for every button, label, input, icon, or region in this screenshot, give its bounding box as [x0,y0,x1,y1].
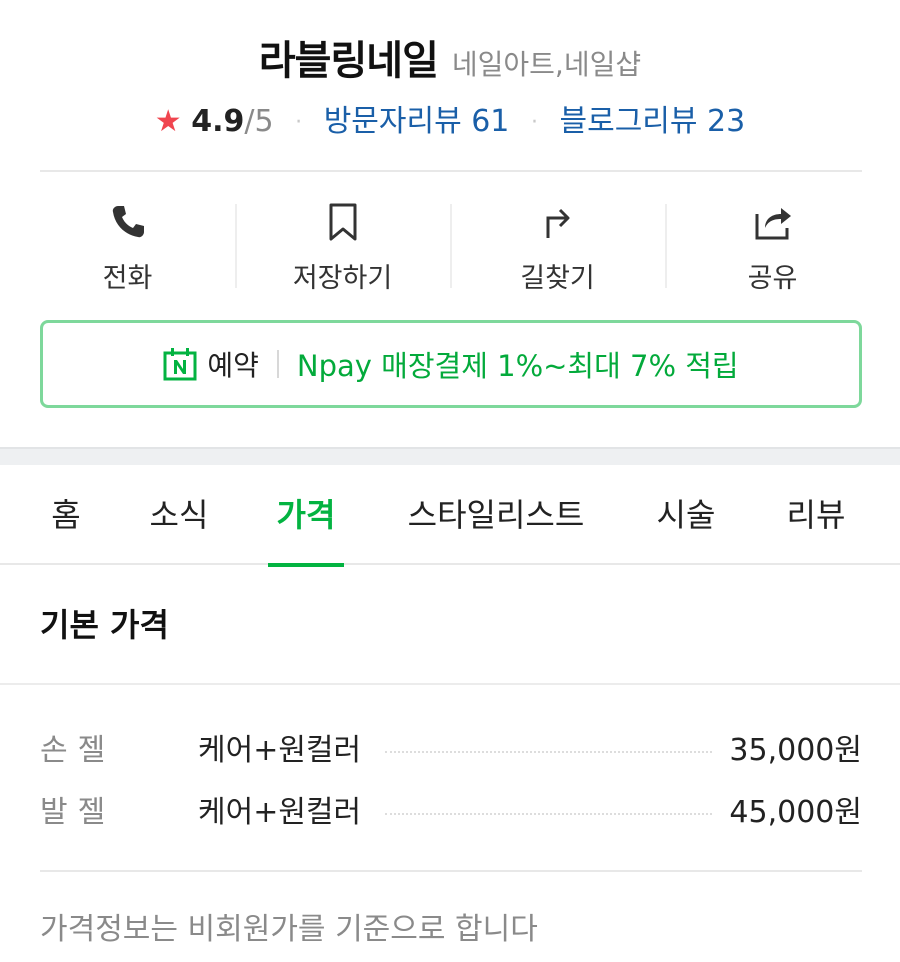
tab-label: 시술 [656,496,716,534]
visitor-review-link[interactable]: 방문자리뷰 61 [324,104,510,139]
bookmark-icon [329,203,356,241]
action-bar: 전화 저장하기 길찾기 공유 [20,172,880,307]
tab-label: 소식 [149,496,209,534]
price-item-name: 케어+원컬러 [198,733,362,768]
blog-review-link[interactable]: 블로그리뷰 23 [560,104,746,139]
directions-icon [546,208,569,238]
tab-price[interactable]: 가격 [268,465,344,567]
separator-dot: · [530,110,538,135]
tab-label: 홈 [51,496,81,534]
place-name: 라블링네일 [258,38,439,84]
active-tab-indicator [268,563,344,567]
separator-dot: · [295,110,303,135]
phone-icon [112,206,144,238]
tab-review[interactable]: 리뷰 [774,465,858,565]
save-label: 저장하기 [292,263,393,294]
share-icon [755,208,791,240]
booking-label: 예약 [207,349,259,382]
rating-row: ★ 4.9/5 · 방문자리뷰 61 · 블로그리뷰 23 [0,96,900,140]
section-gap [0,447,900,465]
directions-button[interactable]: 길찾기 [450,172,665,307]
price-category: 손젤 [40,733,116,768]
save-button[interactable]: 저장하기 [235,172,450,307]
share-label: 공유 [747,263,798,294]
price-value: 35,000원 [729,733,862,768]
leader-dots [385,751,712,753]
leader-dots [385,813,712,815]
tab-news[interactable]: 소식 [138,465,220,565]
call-button[interactable]: 전화 [20,172,235,307]
price-row: 손젤 케어+원컬러 35,000원 [40,726,862,776]
share-button[interactable]: 공유 [665,172,880,307]
tab-home[interactable]: 홈 [36,465,96,565]
tab-stylist[interactable]: 스타일리스트 [398,465,594,565]
naver-booking-icon [163,348,197,381]
title-row: 라블링네일 네일아트,네일샵 [0,28,900,86]
price-notice: 가격정보는 비회원가를 기준으로 합니다 [40,912,538,947]
price-divider [40,870,862,872]
booking-separator [276,350,279,378]
directions-label: 길찾기 [520,263,595,294]
call-label: 전화 [102,263,153,294]
section-divider [0,683,900,685]
place-header: 라블링네일 네일아트,네일샵 ★ 4.9/5 · 방문자리뷰 61 · 블로그리뷰… [0,0,900,170]
tab-label: 가격 [276,496,336,534]
rating-max: /5 [244,104,274,139]
booking-banner[interactable]: 예약 Npay 매장결제 1%~최대 7% 적립 [40,320,862,408]
price-row: 발젤 케어+원컬러 45,000원 [40,788,862,838]
npay-promo-text: Npay 매장결제 1%~최대 7% 적립 [296,349,739,383]
tab-label: 리뷰 [786,496,846,534]
price-value: 45,000원 [729,795,862,830]
tab-bar: 홈 소식 가격 스타일리스트 시술 리뷰 [0,465,900,567]
place-category: 네일아트,네일샵 [451,48,642,81]
tab-treatment[interactable]: 시술 [644,465,728,565]
price-category: 발젤 [40,795,116,830]
tab-label: 스타일리스트 [407,496,585,534]
section-title: 기본 가격 [40,606,169,644]
star-icon: ★ [154,104,182,139]
rating-score: 4.9 [191,104,245,139]
price-item-name: 케어+원컬러 [198,795,362,830]
